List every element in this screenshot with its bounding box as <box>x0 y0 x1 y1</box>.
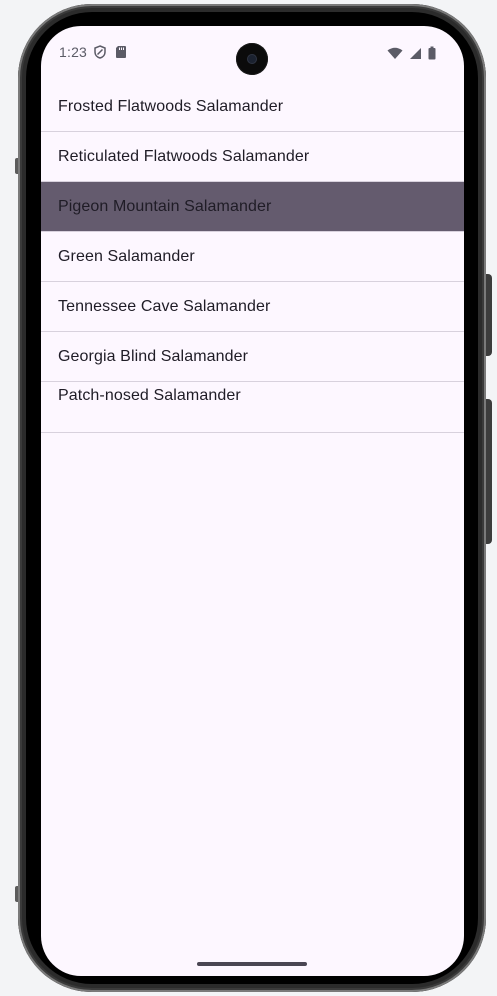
frame-notch-bottom <box>15 886 18 902</box>
list-item-label: Patch-nosed Salamander <box>58 387 241 404</box>
status-bar: 1:23 <box>41 26 464 82</box>
list-item-label: Pigeon Mountain Salamander <box>58 197 272 215</box>
battery-icon <box>428 46 436 65</box>
list-item[interactable]: Green Salamander <box>41 232 464 282</box>
salamander-list: Frosted Flatwoods Salamander Reticulated… <box>41 82 464 433</box>
list-item[interactable]: Tennessee Cave Salamander <box>41 282 464 332</box>
list-item[interactable]: Reticulated Flatwoods Salamander <box>41 132 464 182</box>
list-item-label: Georgia Blind Salamander <box>58 347 249 365</box>
home-indicator[interactable] <box>197 962 307 966</box>
volume-button <box>486 399 492 544</box>
list-item[interactable]: Frosted Flatwoods Salamander <box>41 82 464 132</box>
list-item-label: Frosted Flatwoods Salamander <box>58 97 284 115</box>
front-camera <box>236 43 268 75</box>
power-button <box>486 274 492 356</box>
list-item[interactable]: Georgia Blind Salamander <box>41 332 464 382</box>
sd-card-icon <box>115 45 127 64</box>
status-left-icons <box>93 45 127 64</box>
list-item-label: Reticulated Flatwoods Salamander <box>58 147 310 165</box>
status-time: 1:23 <box>59 44 88 60</box>
status-right-icons <box>387 46 436 65</box>
list-item-label: Green Salamander <box>58 247 195 265</box>
signal-icon <box>409 47 422 65</box>
list-item[interactable]: Patch-nosed Salamander <box>41 382 464 433</box>
list-item-label: Tennessee Cave Salamander <box>58 297 271 315</box>
screen: 1:23 Frosted Flatwoods Salamander Reticu… <box>41 26 464 976</box>
frame-notch-top <box>15 158 18 174</box>
list-item-selected[interactable]: Pigeon Mountain Salamander <box>41 182 464 232</box>
wifi-icon <box>387 47 403 65</box>
shield-icon <box>93 45 107 64</box>
